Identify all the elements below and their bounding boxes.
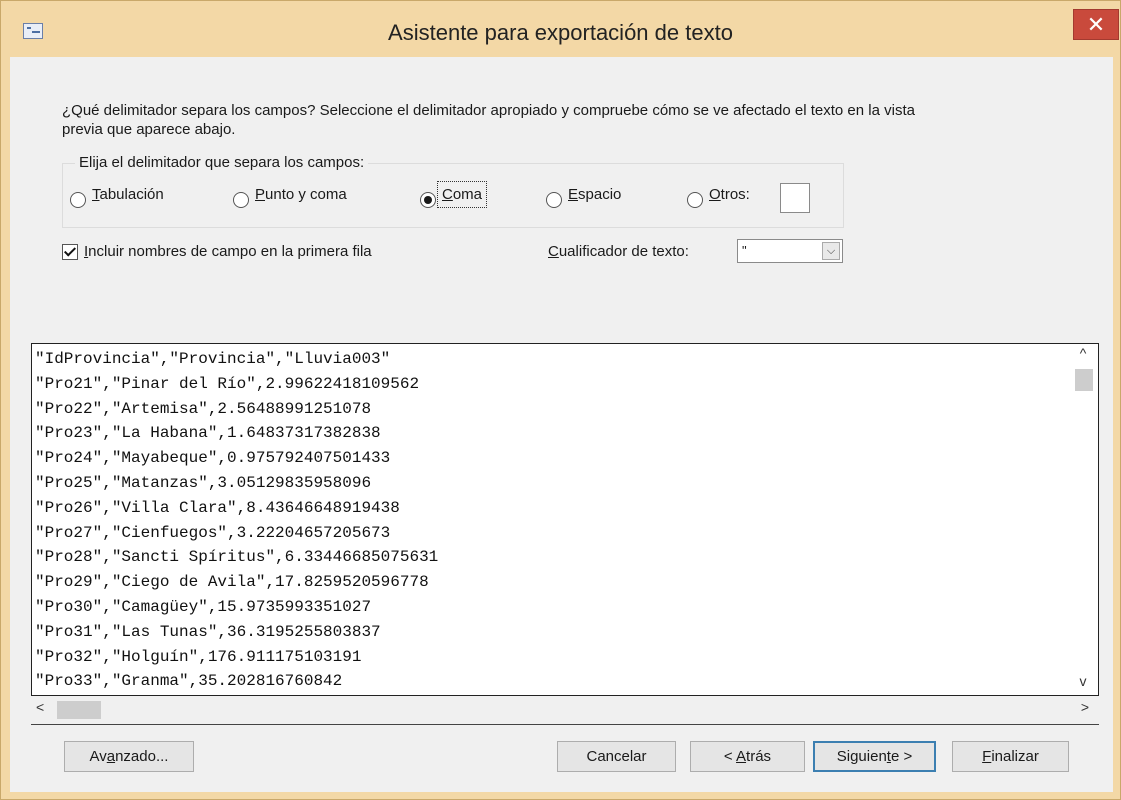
include-field-names-checkbox[interactable]: Incluir nombres de campo en la primera f… [62,243,372,260]
radio-circle[interactable] [687,192,703,208]
vertical-scrollbar[interactable]: ^ v [1073,343,1093,696]
radio-label-punto-y-coma: Punto y coma [255,185,347,203]
radio-circle[interactable] [70,192,86,208]
back-button[interactable]: < Atrás [690,741,805,772]
radio-punto-y-coma[interactable]: Punto y coma [233,185,347,212]
scroll-up-arrow-icon[interactable]: ^ [1073,345,1093,361]
preview-line: "Pro29","Ciego de Avila",17.825952059677… [35,573,429,592]
radio-circle[interactable] [233,192,249,208]
horizontal-scrollbar[interactable]: < > [31,698,1099,720]
delimiter-group-legend: Elija el delimitador que separa los camp… [75,154,369,171]
preview-line: "Pro24","Mayabeque",0.975792407501433 [35,449,391,468]
preview-line: "Pro27","Cienfuegos",3.22204657205673 [35,523,391,542]
instructions-line-2: previa que aparece abajo. [62,121,236,138]
preview-pane[interactable]: "IdProvincia","Provincia","Lluvia003" "Pr… [31,343,1099,696]
radio-otros[interactable]: Otros: [687,185,750,212]
close-button[interactable]: ✕ [1073,9,1119,40]
checkbox-box[interactable] [62,243,78,260]
dialog-body: ¿Qué delimitador separa los campos? Sele… [10,57,1113,792]
preview-line: "Pro21","Pinar del Río",2.99622418109562 [35,374,420,393]
advanced-button[interactable]: Avanzado... [64,741,194,772]
radio-circle[interactable] [546,192,562,208]
preview-line: "Pro22","Artemisa",2.56488991251078 [35,399,372,418]
instructions-line-1: ¿Qué delimitador separa los campos? Sele… [62,102,915,119]
otros-delimiter-input[interactable] [780,183,810,213]
text-qualifier-select[interactable]: " ⌵ [737,239,843,263]
radio-coma[interactable]: Coma [420,180,488,212]
include-field-names-label: Incluir nombres de campo en la primera f… [84,243,372,260]
scroll-left-arrow-icon[interactable]: < [36,699,44,715]
text-qualifier-value: " [742,243,747,258]
preview-line: "Pro33","Granma",35.202816760842 [35,672,343,691]
radio-label-otros: Otros: [709,185,750,203]
preview-line: "Pro32","Holguín",176.911175103191 [35,647,362,666]
radio-label-tabulacion: Tabulación [92,185,164,203]
radio-label-espacio: Espacio [568,185,622,203]
chevron-down-icon[interactable]: ⌵ [822,242,840,260]
divider [31,724,1099,725]
preview-line: "Pro28","Sancti Spíritus",6.334466850756… [35,548,439,567]
cancel-button[interactable]: Cancelar [557,741,676,772]
radio-tabulacion[interactable]: Tabulación [70,185,164,212]
radio-circle-selected[interactable] [420,192,436,208]
preview-text: "IdProvincia","Provincia","Lluvia003" "Pr… [35,347,1065,692]
horizontal-scroll-thumb[interactable] [57,701,101,719]
vertical-scroll-thumb[interactable] [1075,369,1093,391]
dialog-window: Asistente para exportación de texto ✕ ¿Q… [0,0,1121,800]
preview-line: "Pro26","Villa Clara",8.43646648919438 [35,498,400,517]
radio-espacio[interactable]: Espacio [546,185,622,212]
radio-label-coma: Coma [436,180,488,208]
preview-line: "Pro30","Camagüey",15.9735993351027 [35,597,372,616]
preview-line: "IdProvincia","Provincia","Lluvia003" [35,350,391,368]
text-qualifier-label: Cualificador de texto: [548,243,689,260]
title-bar[interactable]: Asistente para exportación de texto ✕ [1,1,1120,57]
preview-line: "Pro31","Las Tunas",36.3195255803837 [35,622,381,641]
next-button[interactable]: Siguiente > [813,741,936,772]
instructions-text: ¿Qué delimitador separa los campos? Sele… [62,101,1002,139]
preview-line: "Pro23","La Habana",1.64837317382838 [35,424,381,443]
preview-line: "Pro25","Matanzas",3.05129835958096 [35,473,372,492]
scroll-down-arrow-icon[interactable]: v [1073,673,1093,689]
window-title: Asistente para exportación de texto [388,20,733,45]
scroll-right-arrow-icon[interactable]: > [1081,699,1089,715]
finish-button[interactable]: Finalizar [952,741,1069,772]
